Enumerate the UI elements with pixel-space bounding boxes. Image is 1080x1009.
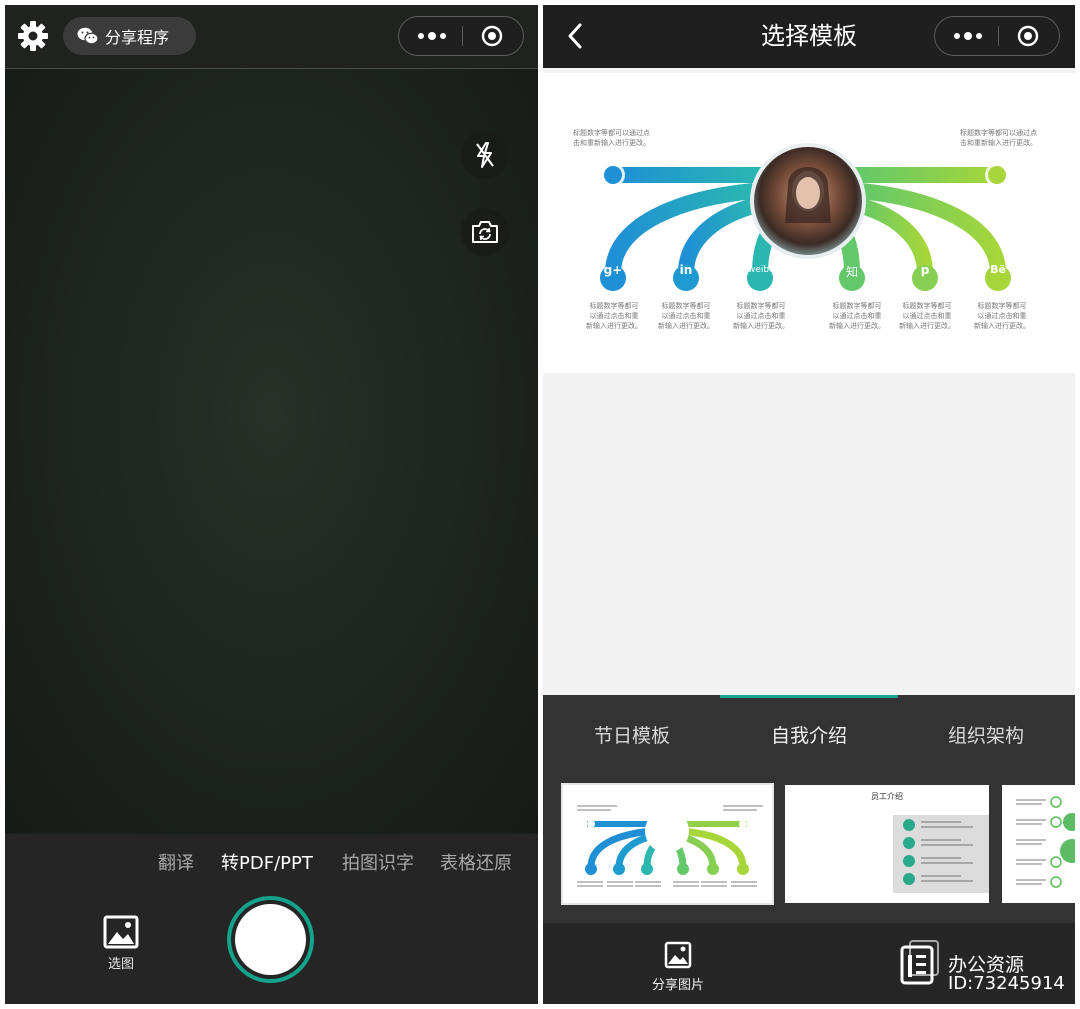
bottom-action-bar: 分享图片 办公资源 ID:73245914	[543, 923, 1075, 1004]
linkedin-icon: in	[679, 263, 693, 277]
item-caption-3: 标题数字等都可 以通过点击和重 新输入进行更改。	[726, 301, 796, 331]
target-circle-icon[interactable]	[481, 25, 503, 47]
item-caption-5: 标题数字等都可 以通过点击和重 新输入进行更改。	[892, 301, 962, 331]
caption-line: 标题数字等都可以通过点	[573, 129, 650, 137]
active-tab-indicator	[720, 695, 898, 698]
switch-camera-button[interactable]	[461, 208, 509, 256]
caption-line: 以通过点击和重	[589, 312, 639, 320]
template-preview[interactable]: g+ in weibo 知 p Bē 标题数字等都可以通过点 击和重新输入进行更…	[543, 73, 1075, 373]
mode-table-restore[interactable]: 表格还原	[440, 849, 512, 875]
caption-line: 以通过点击和重	[736, 312, 786, 320]
watermark-logo-icon	[900, 940, 939, 985]
page-title: 选择模板	[761, 22, 857, 50]
more-dots-icon[interactable]	[413, 28, 451, 44]
weibo-icon: weibo	[748, 265, 775, 275]
shutter-button[interactable]	[227, 896, 314, 983]
tab-holiday[interactable]: 节日模板	[557, 721, 707, 748]
flash-toggle-button[interactable]	[461, 131, 509, 179]
caption-line: 标题数字等都可	[832, 302, 882, 310]
image-icon	[103, 915, 139, 949]
thumbnail-social-arc[interactable]	[561, 783, 774, 905]
shutter-inner	[235, 904, 306, 975]
capsule-divider	[462, 26, 463, 46]
more-dots-icon[interactable]	[949, 28, 987, 44]
caption-line: 以通过点击和重	[977, 312, 1027, 320]
caption-line: 以通过点击和重	[832, 312, 882, 320]
image-icon	[664, 941, 692, 969]
caption-line: 新输入进行更改。	[733, 322, 789, 330]
mode-ocr[interactable]: 拍图识字	[342, 849, 414, 875]
caption-line: 标题数字等都可以通过点	[960, 129, 1037, 137]
album-label: 选图	[107, 957, 134, 972]
mini-program-capsule	[398, 16, 524, 56]
back-arrow-icon[interactable]	[565, 22, 585, 50]
template-select-screen: 选择模板 g+ in weibo 知 p Bē 标题数字等都可以通过点 击和重新…	[543, 5, 1075, 1004]
caption-line: 标题数字等都可	[589, 302, 639, 310]
flash-off-icon	[476, 142, 494, 168]
caption-line: 以通过点击和重	[902, 312, 952, 320]
camera-screen: 分享程序 翻译 转PDF/PPT 拍图识字 表格还原 选图	[5, 5, 538, 1004]
album-button[interactable]: 选图	[101, 915, 141, 975]
watermark-line2: ID:73245914	[948, 973, 1065, 994]
template-thumbnails: 员工介绍	[543, 775, 1075, 923]
gear-icon[interactable]	[17, 20, 49, 52]
tab-self-intro[interactable]: 自我介绍	[734, 721, 884, 748]
item-caption-4: 标题数字等都可 以通过点击和重 新输入进行更改。	[822, 301, 892, 331]
item-caption-6: 标题数字等都可 以通过点击和重 新输入进行更改。	[967, 301, 1037, 331]
preview-background	[543, 373, 1075, 695]
target-circle-icon[interactable]	[1017, 25, 1039, 47]
zhihu-icon: 知	[845, 265, 858, 279]
top-bar: 选择模板	[543, 5, 1075, 68]
caption-line: 标题数字等都可	[977, 302, 1027, 310]
google-plus-icon: g+	[603, 263, 623, 277]
caption-line: 击和重新输入进行更改。	[960, 139, 1037, 147]
caption-line: 新输入进行更改。	[658, 322, 714, 330]
camera-switch-icon	[472, 221, 498, 243]
share-image-button[interactable]: 分享图片	[643, 941, 713, 993]
camera-viewfinder[interactable]	[5, 69, 538, 833]
caption-line: 标题数字等都可	[736, 302, 786, 310]
share-image-label: 分享图片	[651, 978, 704, 993]
caption-top-left: 标题数字等都可以通过点 击和重新输入进行更改。	[573, 128, 650, 148]
template-category-tabs: 节日模板 自我介绍 组织架构	[543, 695, 1075, 775]
caption-line: 击和重新输入进行更改。	[573, 139, 650, 147]
thumbnail-graphic	[1016, 796, 1075, 888]
camera-controls: 翻译 转PDF/PPT 拍图识字 表格还原 选图	[5, 834, 538, 1004]
thumbnail-staff-intro[interactable]: 员工介绍	[785, 785, 989, 903]
thumbnail-list[interactable]	[1002, 785, 1075, 903]
behance-icon: Bē	[990, 263, 1006, 276]
share-program-label: 分享程序	[105, 28, 170, 47]
item-caption-1: 标题数字等都可 以通过点击和重 新输入进行更改。	[579, 301, 649, 331]
mode-translate[interactable]: 翻译	[158, 849, 194, 875]
mini-program-capsule	[934, 16, 1060, 56]
caption-line: 新输入进行更改。	[899, 322, 955, 330]
caption-line: 新输入进行更改。	[974, 322, 1030, 330]
pinterest-icon: p	[920, 263, 930, 277]
caption-line: 以通过点击和重	[661, 312, 711, 320]
caption-line: 新输入进行更改。	[586, 322, 642, 330]
mode-pdf-ppt[interactable]: 转PDF/PPT	[221, 849, 313, 875]
thumbnail-graphic	[577, 805, 763, 887]
caption-line: 新输入进行更改。	[829, 322, 885, 330]
caption-line: 标题数字等都可	[661, 302, 711, 310]
thumbnail-graphic	[893, 815, 989, 893]
watermark-logo	[898, 939, 942, 987]
wechat-icon	[77, 27, 99, 45]
top-bar: 分享程序	[5, 5, 538, 69]
share-program-button[interactable]: 分享程序	[63, 17, 196, 55]
item-caption-2: 标题数字等都可 以通过点击和重 新输入进行更改。	[651, 301, 721, 331]
capsule-divider	[998, 26, 999, 46]
caption-top-right: 标题数字等都可以通过点 击和重新输入进行更改。	[960, 128, 1037, 148]
caption-line: 标题数字等都可	[902, 302, 952, 310]
tab-org-chart[interactable]: 组织架构	[911, 721, 1061, 748]
